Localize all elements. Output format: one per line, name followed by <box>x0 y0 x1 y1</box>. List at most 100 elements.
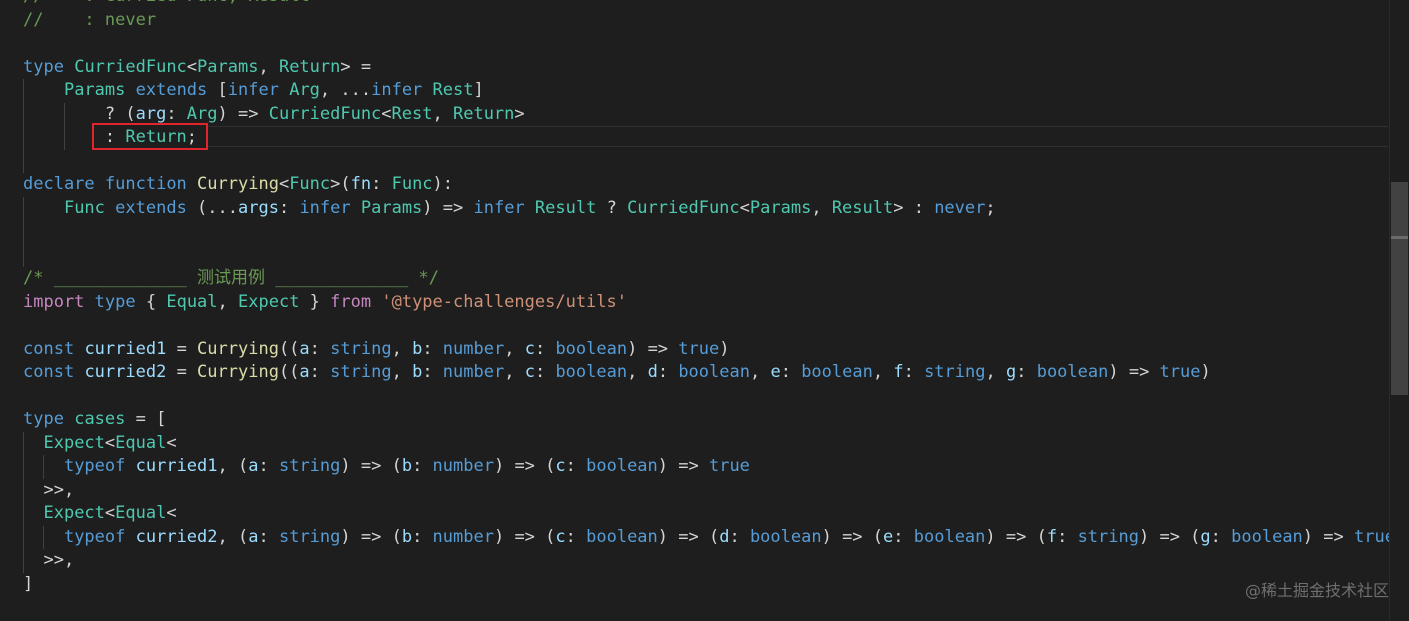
code-token: ) <box>1200 362 1211 382</box>
code-token: > <box>514 103 525 124</box>
vertical-scrollbar[interactable] <box>1389 0 1409 621</box>
code-token: a <box>299 338 310 359</box>
code-token: Return <box>452 103 515 124</box>
code-token: Params <box>360 197 423 218</box>
code-token: : <box>893 526 914 547</box>
code-token: typeof <box>63 526 126 547</box>
indent-guide <box>23 525 24 549</box>
code-token: ) => <box>657 456 709 476</box>
code-token: , <box>627 362 648 382</box>
code-token: '@type-challenges/utils' <box>381 291 627 312</box>
code-line[interactable]: Params extends [infer Arg, ...infer Rest… <box>23 79 1389 103</box>
code-token: b <box>401 456 413 476</box>
code-token: type <box>94 291 136 312</box>
code-line[interactable]: Func extends (...args: infer Params) => … <box>23 196 1389 220</box>
code-token: infer <box>473 197 525 218</box>
code-token: b <box>412 338 423 359</box>
code-token: ] <box>23 573 34 594</box>
code-token: cases <box>74 409 126 429</box>
code-line[interactable] <box>23 385 1389 409</box>
code-token: , ... <box>319 80 372 100</box>
code-line[interactable]: const curried2 = Currying((a: string, b:… <box>23 361 1389 385</box>
code-line[interactable]: declare function Currying<Func>(fn: Func… <box>23 173 1389 197</box>
code-token: , <box>504 338 525 359</box>
code-token: curried2 <box>84 362 167 382</box>
scrollbar-thumb[interactable] <box>1391 182 1408 395</box>
code-token: b <box>412 362 423 382</box>
indent-guide <box>23 431 24 455</box>
code-line[interactable] <box>23 220 1389 244</box>
code-token: boolean <box>678 362 750 382</box>
code-token: < <box>186 56 198 77</box>
code-line[interactable]: // : Curried<Func, Result> <box>23 0 1389 9</box>
code-line[interactable]: Expect<Equal< <box>23 502 1389 526</box>
code-line[interactable]: ] <box>23 573 1389 597</box>
indent-guide <box>23 549 24 573</box>
code-line[interactable]: type CurriedFunc<Params, Return> = <box>23 56 1389 80</box>
indent-guide <box>23 220 24 244</box>
code-token: true <box>708 456 750 476</box>
code-token: string <box>278 526 341 547</box>
code-token: c <box>555 526 566 547</box>
code-line[interactable]: : Return; <box>23 126 1389 150</box>
code-token: ) => <box>422 197 474 218</box>
code-line[interactable]: >>, <box>23 549 1389 573</box>
code-token: string <box>330 362 392 382</box>
code-token: curried1 <box>84 338 167 359</box>
code-line[interactable]: import type { Equal, Expect } from '@typ… <box>23 291 1389 315</box>
code-token: : <box>422 338 443 359</box>
code-token: Equal <box>166 291 218 312</box>
code-token: ) => ( <box>493 526 556 547</box>
code-token: : <box>412 526 433 547</box>
indent-guide <box>23 455 24 479</box>
code-token: true <box>1159 362 1201 382</box>
code-token: Func <box>391 174 433 194</box>
code-token: : <box>278 197 300 218</box>
code-line[interactable]: >>, <box>23 478 1389 502</box>
code-token: : <box>1210 526 1232 547</box>
code-line[interactable]: type cases = [ <box>23 408 1389 432</box>
code-line[interactable]: const curried1 = Currying((a: string, b:… <box>23 338 1389 362</box>
code-token: c <box>524 338 535 359</box>
code-token: import <box>23 291 85 312</box>
code-area[interactable]: // : Curried<Func, Result> // : never typ… <box>23 0 1395 621</box>
code-token: Rest <box>391 103 433 124</box>
code-token: , <box>391 362 413 382</box>
code-line[interactable] <box>23 314 1389 338</box>
code-token: : <box>371 174 392 194</box>
code-token: infer <box>227 80 279 100</box>
code-line[interactable] <box>23 32 1389 56</box>
code-token: Arg <box>289 80 320 100</box>
code-token: [ <box>207 80 228 100</box>
code-token: , <box>749 362 771 382</box>
code-token: CurriedFunc <box>268 103 382 124</box>
code-line[interactable]: typeof curried2, (a: string) => (b: numb… <box>23 525 1395 549</box>
code-token: Rest <box>432 80 474 100</box>
code-token: Currying <box>197 362 279 382</box>
code-token: ) => <box>1108 362 1160 382</box>
scrollbar-cursor-marker <box>1391 236 1408 239</box>
code-line[interactable] <box>23 149 1389 173</box>
code-line[interactable] <box>23 243 1389 267</box>
code-line[interactable]: /* _____________ 测试用例 _____________ */ <box>23 267 1389 291</box>
code-line[interactable]: typeof curried1, (a: string) => (b: numb… <box>23 455 1389 479</box>
code-token: Params <box>749 197 812 218</box>
code-token: , <box>504 362 525 382</box>
code-editor[interactable]: // : Curried<Func, Result> // : never typ… <box>0 0 1409 621</box>
code-line[interactable]: Expect<Equal< <box>23 431 1389 455</box>
code-line[interactable]: // : never <box>23 9 1389 33</box>
code-token: arg <box>135 103 167 124</box>
code-token: number <box>442 338 505 359</box>
code-token: boolean <box>801 362 873 382</box>
code-line[interactable]: ? (arg: Arg) => CurriedFunc<Rest, Return… <box>23 102 1389 126</box>
code-token: ) => <box>217 103 269 124</box>
code-token: extends <box>115 197 187 218</box>
